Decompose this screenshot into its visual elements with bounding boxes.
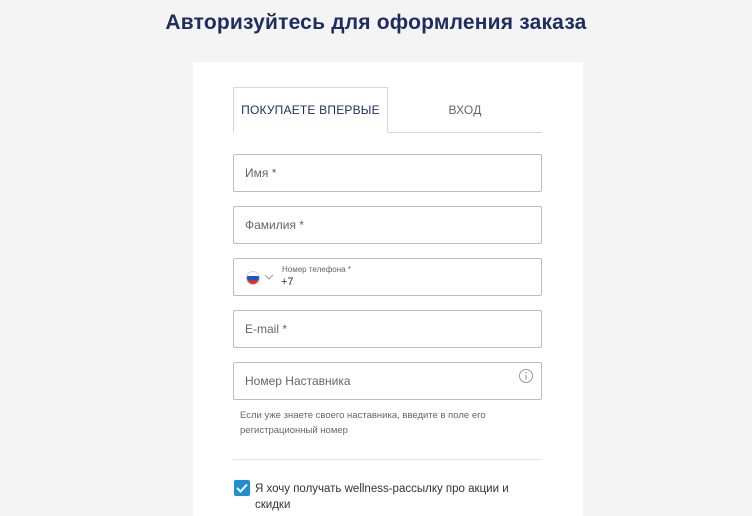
mentor-hint: Если уже знаете своего наставника, введи… bbox=[240, 410, 486, 436]
email-input[interactable] bbox=[234, 311, 541, 347]
first-name-field[interactable] bbox=[233, 154, 542, 192]
mentor-number-field[interactable] bbox=[233, 362, 542, 400]
info-icon[interactable] bbox=[518, 368, 534, 384]
first-name-input[interactable] bbox=[234, 155, 541, 191]
russia-flag-icon[interactable] bbox=[246, 271, 260, 285]
tab-first-purchase[interactable]: ПОКУПАЕТЕ ВПЕРВЫЕ bbox=[233, 87, 388, 133]
mentor-number-input[interactable] bbox=[234, 363, 541, 399]
last-name-input[interactable] bbox=[234, 207, 541, 243]
divider bbox=[233, 459, 542, 460]
phone-input[interactable]: +7 bbox=[281, 276, 294, 288]
registration-card: ПОКУПАЕТЕ ВПЕРВЫЕ ВХОД Номер телефона * … bbox=[193, 62, 583, 516]
newsletter-checkbox[interactable] bbox=[234, 480, 250, 496]
phone-label: Номер телефона * bbox=[282, 265, 351, 274]
checkmark-icon bbox=[236, 483, 248, 493]
last-name-field[interactable] bbox=[233, 206, 542, 244]
phone-field[interactable]: Номер телефона * +7 bbox=[233, 258, 542, 296]
tab-login[interactable]: ВХОД bbox=[388, 87, 542, 133]
auth-tabs: ПОКУПАЕТЕ ВПЕРВЫЕ ВХОД bbox=[233, 87, 542, 133]
page-title: Авторизуйтесь для оформления заказа bbox=[165, 11, 587, 34]
newsletter-label[interactable]: Я хочу получать wellness-рассылку про ак… bbox=[255, 481, 540, 513]
email-field[interactable] bbox=[233, 310, 542, 348]
chevron-down-icon[interactable] bbox=[264, 272, 274, 282]
